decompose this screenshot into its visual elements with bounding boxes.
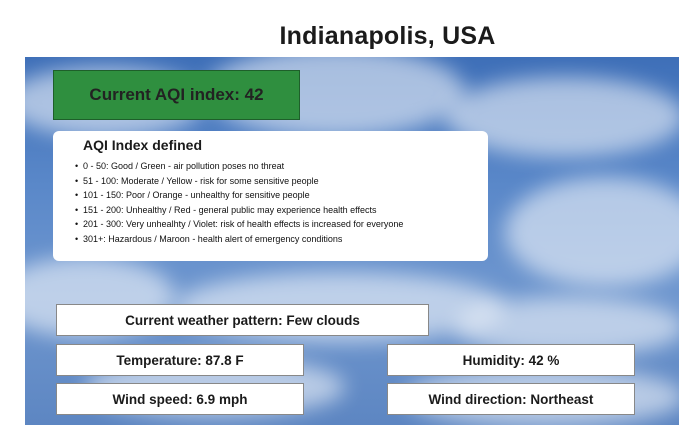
current-aqi-box: Current AQI index: 42 bbox=[53, 70, 300, 120]
city-title: Indianapolis, USA bbox=[279, 22, 496, 50]
bullet-icon: • bbox=[75, 204, 79, 215]
cloud-shape bbox=[505, 177, 679, 287]
wind-direction-box: Wind direction: Northeast bbox=[387, 383, 635, 415]
aqi-range-text: 201 - 300: Very unhealhty / Violet: risk… bbox=[83, 219, 404, 230]
aqi-range-text: 51 - 100: Moderate / Yellow - risk for s… bbox=[83, 175, 319, 186]
bullet-icon: • bbox=[75, 233, 79, 244]
list-item: • 101 - 150: Poor / Orange - unhealthy fo… bbox=[75, 188, 476, 203]
humidity-box: Humidity: 42 % bbox=[387, 344, 635, 376]
list-item: • 51 - 100: Moderate / Yellow - risk for … bbox=[75, 174, 476, 189]
aqi-definition-title: AQI Index defined bbox=[83, 137, 203, 153]
list-item: • 151 - 200: Unhealthy / Red - general pu… bbox=[75, 203, 476, 218]
page: Indianapolis, USA Current AQI index: 42 … bbox=[0, 0, 700, 445]
bullet-icon: • bbox=[75, 175, 79, 186]
aqi-range-text: 301+: Hazardous / Maroon - health alert … bbox=[83, 233, 343, 244]
bullet-icon: • bbox=[75, 161, 79, 171]
temperature-box: Temperature: 87.8 F bbox=[56, 344, 304, 376]
aqi-definition-panel: AQI Index defined • 0 - 50: Good / Green … bbox=[53, 131, 488, 261]
bullet-icon: • bbox=[75, 190, 79, 201]
aqi-range-text: 0 - 50: Good / Green - air pollution pos… bbox=[83, 161, 285, 171]
list-item: • 201 - 300: Very unhealhty / Violet: ris… bbox=[75, 217, 476, 232]
bullet-icon: • bbox=[75, 219, 79, 230]
aqi-range-text: 101 - 150: Poor / Orange - unhealthy for… bbox=[83, 190, 310, 201]
aqi-range-text: 151 - 200: Unhealthy / Red - general pub… bbox=[83, 204, 377, 215]
list-item: • 301+: Hazardous / Maroon - health alert… bbox=[75, 232, 476, 247]
aqi-definition-list: • 0 - 50: Good / Green - air pollution po… bbox=[65, 159, 476, 247]
weather-pattern-box: Current weather pattern: Few clouds bbox=[56, 304, 429, 336]
list-item: • 0 - 50: Good / Green - air pollution po… bbox=[75, 159, 476, 174]
wind-speed-box: Wind speed: 6.9 mph bbox=[56, 383, 304, 415]
